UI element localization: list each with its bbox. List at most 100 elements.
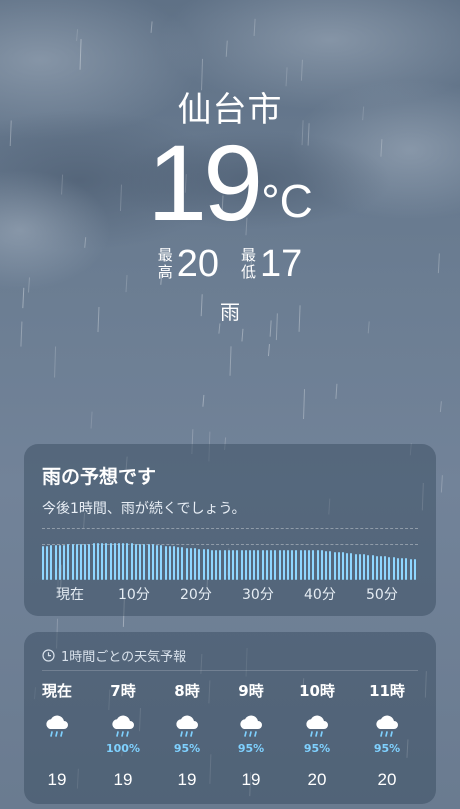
high-temperature: 20: [176, 243, 219, 285]
rain-time-axis: 現在 10分 20分 30分 40分 50分: [42, 584, 418, 604]
rain-intensity-bar: [358, 554, 361, 580]
rain-time-tick: 50分: [366, 587, 398, 603]
cloud-rain-icon: [176, 715, 198, 737]
rain-intensity-bar: [388, 556, 391, 580]
rain-intensity-bar: [329, 551, 332, 580]
rain-intensity-bar: [105, 542, 108, 580]
high-label: 最 高: [158, 247, 173, 281]
hourly-forecast-card[interactable]: 1時間ごとの天気予報 現在 19 7時 100% 19 8時 95% 19 9時 95% 19 10時…: [24, 632, 436, 804]
rain-intensity-bar: [354, 553, 357, 580]
rain-intensity-bar: [151, 544, 154, 580]
rain-intensity-bar: [198, 548, 201, 580]
hourly-precip-chance: 95%: [173, 742, 201, 755]
rain-intensity-bar: [172, 546, 175, 580]
rain-intensity-bar: [156, 544, 159, 580]
rain-intensity-bar: [244, 550, 247, 580]
cloud-rain-icon: [240, 715, 262, 737]
rain-intensity-bar: [232, 550, 235, 580]
rain-intensity-bar: [341, 552, 344, 580]
rain-intensity-bar: [219, 549, 222, 580]
rain-intensity-bar: [282, 549, 285, 580]
rain-intensity-bar: [92, 543, 95, 580]
rain-intensity-bar: [316, 550, 319, 580]
hourly-item[interactable]: 現在 19: [24, 676, 90, 796]
clock-icon: [42, 649, 55, 662]
rain-intensity-bar: [177, 546, 180, 580]
hourly-time: 8時: [174, 682, 200, 700]
low-label-char-2: 低: [241, 263, 257, 281]
rain-intensity-bar: [118, 542, 121, 580]
rain-intensity-bar: [375, 555, 378, 580]
hourly-precip-chance: 95%: [373, 742, 401, 755]
rain-intensity-bar: [215, 549, 218, 580]
low-label: 最 低: [241, 247, 256, 281]
rain-intensity-bar: [80, 544, 83, 580]
low-label-char-1: 最: [241, 246, 257, 264]
rain-intensity-bar: [401, 558, 404, 580]
high-label-char-1: 最: [157, 246, 173, 264]
rain-intensity-bar: [113, 542, 116, 580]
hourly-item[interactable]: 7時 100% 19: [90, 676, 156, 796]
rain-intensity-bar: [257, 549, 260, 580]
rain-intensity-bar: [63, 544, 66, 580]
rain-intensity-bar: [396, 557, 399, 580]
hourly-temperature: 20: [307, 770, 327, 789]
hourly-temperature: 20: [377, 770, 397, 789]
rain-intensity-bar: [392, 557, 395, 580]
rain-intensity-bar: [54, 545, 57, 580]
rain-forecast-card[interactable]: 雨の予想です 今後1時間、雨が続くでしょう。 現在 10分 20分 30分 40分 50分: [24, 444, 436, 616]
hourly-temperature: 19: [241, 770, 261, 789]
rain-intensity-bar: [312, 550, 315, 580]
rain-intensity-bar: [350, 553, 353, 580]
rain-time-tick: 10分: [118, 587, 150, 603]
rain-intensity-bar: [122, 542, 125, 580]
rain-intensity-bar: [274, 549, 277, 580]
hourly-item[interactable]: 8時 95% 19: [154, 676, 220, 796]
rain-intensity-bar: [367, 554, 370, 580]
rain-intensity-bar: [270, 549, 273, 580]
rain-intensity-bar: [249, 550, 251, 580]
rain-time-tick: 20分: [180, 587, 212, 603]
hourly-item[interactable]: 10時 95% 20: [284, 676, 350, 796]
rain-intensity-chart: [42, 540, 418, 580]
low-temperature: 17: [260, 243, 303, 285]
rain-intensity-bar: [46, 545, 49, 580]
rain-intensity-bar: [58, 544, 61, 580]
rain-intensity-bar: [126, 543, 129, 580]
rain-intensity-bar: [42, 545, 44, 580]
current-temperature: 19 °C: [0, 128, 460, 238]
rain-forecast-subtitle: 今後1時間、雨が続くでしょう。: [42, 501, 246, 517]
rain-intensity-bar: [194, 548, 197, 580]
rain-intensity-bar: [303, 549, 306, 580]
rain-intensity-bar: [139, 543, 142, 580]
hourly-item[interactable]: 11時 95% 20: [354, 676, 420, 796]
rain-intensity-bar: [223, 549, 226, 580]
rain-intensity-bar: [160, 545, 163, 580]
rain-intensity-bar: [101, 543, 104, 580]
rain-time-tick: 現在: [56, 587, 84, 603]
rain-intensity-bar: [210, 549, 213, 580]
rain-intensity-bar: [409, 558, 412, 580]
hourly-time: 11時: [369, 682, 405, 700]
rain-intensity-bar: [261, 549, 264, 580]
hourly-precip-chance: 95%: [237, 742, 265, 755]
current-weather: 仙台市 19 °C 最 高 20 最 低 17 雨: [0, 0, 460, 330]
rain-intensity-bar: [299, 549, 302, 580]
rain-intensity-bar: [236, 550, 239, 580]
temperature-unit: °C: [261, 175, 313, 227]
rain-intensity-bar: [88, 543, 91, 580]
hourly-time: 9時: [238, 682, 264, 700]
rain-intensity-bar: [71, 544, 74, 580]
rain-intensity-bar: [181, 547, 184, 580]
temperature-value: 19: [147, 122, 263, 243]
rain-intensity-bar: [308, 549, 311, 580]
rain-intensity-bar: [379, 556, 382, 580]
hourly-precip-chance: 100%: [106, 742, 140, 755]
rain-intensity-bar: [320, 550, 323, 580]
rain-intensity-bar: [278, 549, 281, 580]
hourly-precip-chance: 95%: [303, 742, 331, 755]
rain-intensity-bar: [50, 545, 53, 580]
hourly-item[interactable]: 9時 95% 19: [218, 676, 284, 796]
hourly-forecast-header: 1時間ごとの天気予報: [42, 646, 186, 665]
rain-intensity-bar: [333, 551, 336, 580]
